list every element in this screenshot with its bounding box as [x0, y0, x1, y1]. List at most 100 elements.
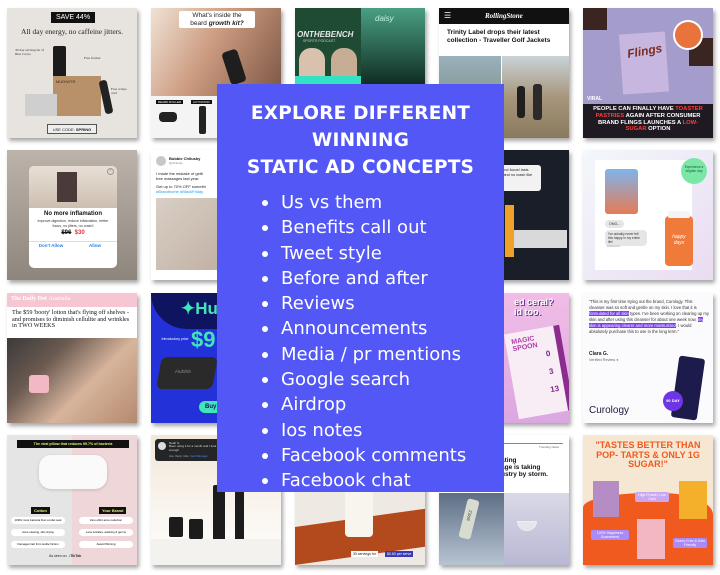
concept-item: Facebook chat — [262, 468, 504, 493]
flings-headline: "TASTES BETTER THAN POP- TARTS & ONLY 1G… — [595, 440, 701, 469]
happy-days-jar: happy days — [665, 216, 693, 266]
alert-divider — [29, 241, 117, 242]
daisy-logo: daisy — [375, 14, 394, 23]
concept-item: Tweet style — [262, 241, 504, 266]
pastry-circle — [673, 20, 703, 50]
ad-tile-pillow[interactable]: The viral pillow that reduces 99.7% of b… — [7, 435, 137, 565]
concept-item: Us vs them — [262, 190, 504, 215]
brez-headline: ating age is taking ustry by storm. — [501, 457, 548, 478]
activator-product — [199, 106, 206, 134]
price-row: $96 $30 — [61, 230, 85, 236]
panel-title: EXPLORE DIFFERENT WINNING STATIC AD CONC… — [246, 103, 475, 178]
podcast-subtitle: SPORTS PODCAST — [303, 39, 336, 43]
ms-headline-2: id too. — [514, 307, 541, 317]
trending-tag: Trending News — [539, 445, 560, 449]
send-message-action[interactable]: Send Message — [190, 455, 207, 458]
menu-icon[interactable]: ☰ — [444, 12, 451, 20]
box-yellow — [679, 481, 707, 519]
cleanser-tube — [670, 355, 706, 421]
allow-button[interactable]: Allow — [73, 243, 117, 248]
avatar — [156, 156, 166, 166]
verified-icon: ● — [616, 358, 619, 362]
left-item-2: Acne causing, skin drying — [11, 529, 65, 536]
review-quote: "This is my first time trying out the br… — [589, 299, 709, 334]
box-purple — [593, 481, 619, 517]
callout-gluten: Gluten-Free & Keto Friendly — [673, 538, 707, 548]
ms-headline-1: ed ceral? — [514, 297, 554, 307]
product-box: MUD\WTR — [53, 76, 101, 116]
90-day-badge: 90 DAY — [663, 391, 683, 411]
viral-text: PEOPLE CAN FINALLY HAVE TOASTER PASTRIES… — [593, 106, 703, 133]
counter — [151, 539, 281, 565]
tweet-hashtags[interactable]: #Brandhome #BlackFriday — [156, 189, 203, 194]
concept-item: Airdrop — [262, 392, 504, 417]
tweet-text-2: free massages last year. — [156, 176, 200, 181]
ad-tile-ryze[interactable]: × No more inflamation Improve digestion,… — [7, 150, 137, 280]
alert-title: No more inflamation — [43, 211, 102, 217]
jar-2 — [189, 519, 203, 539]
concepts-panel: EXPLORE DIFFERENT WINNING STATIC AD CONC… — [217, 84, 504, 492]
alert-body: Improve digestion, reduce inflamation, b… — [37, 219, 109, 228]
ios-alert: × No more inflamation Improve digestion,… — [29, 166, 117, 268]
dd-photo — [7, 338, 137, 423]
ad-tile-happy-days[interactable]: Experience a brighter day OMG... I've ac… — [583, 150, 713, 280]
right-item-2: Less wrinkles, washing & germs — [79, 529, 133, 536]
dont-allow-button[interactable]: Don't Allow — [29, 243, 73, 248]
right-item-3: Award Winning — [79, 541, 133, 548]
ad-tile-mudwtr[interactable]: SAVE 44% All day energy, no caffeine jit… — [7, 8, 137, 138]
comment-actions: Like Reply Hide Send Message — [169, 455, 207, 458]
cereal-box: MAGIC SPOON 0 3 13 — [503, 324, 569, 420]
curology-logo: Curology — [589, 405, 630, 416]
ad-tile-daily-dot[interactable]: The Daily Dot Australia The $59 'booty' … — [7, 293, 137, 423]
airdrop-photo — [605, 169, 638, 214]
hubble-brand: ✦Hu — [181, 299, 218, 318]
golfer-1 — [517, 86, 525, 118]
like-action[interactable]: Like — [169, 455, 174, 458]
pillow-banner: The viral pillow that reduces 99.7% of b… — [17, 440, 129, 448]
concept-item: Benefits call out — [262, 215, 504, 240]
chat-bubble-1: OMG... — [605, 220, 625, 228]
device: Hubble — [156, 357, 218, 389]
sticker: Experience a brighter day — [681, 158, 707, 184]
ad-tile-flings-sugar[interactable]: "TASTES BETTER THAN POP- TARTS & ONLY 1G… — [583, 435, 713, 565]
save-badge: SAVE 44% — [51, 12, 95, 23]
tweet-handle: @chilusky — [169, 161, 183, 165]
left-item-1: 1000x more bacteria than a toilet seat — [11, 517, 65, 524]
pillow-image — [39, 455, 107, 489]
host-1 — [299, 48, 325, 78]
cotton-label: Cotton — [31, 507, 50, 514]
label-activator: ACTIVATOR — [191, 100, 212, 104]
recipe-card — [25, 94, 57, 116]
roller-product — [159, 112, 177, 122]
concept-item: Facebook comments — [262, 443, 504, 468]
concepts-list: Us vs them Benefits call out Tweet style… — [217, 190, 504, 494]
label-roller: BEARD ROLLER — [156, 100, 184, 104]
viral-tag: VIRAL — [587, 96, 602, 102]
product-tin — [53, 46, 66, 80]
right-item-1: Zero effort acne reduction — [79, 517, 133, 524]
dd-headline: The $59 'booty' lotion that's flying off… — [12, 309, 130, 330]
promo-code: USE CODE: SPRING — [47, 124, 97, 134]
reply-action[interactable]: Reply — [175, 455, 182, 458]
your-brand-label: Your Brand — [99, 507, 127, 514]
golfer-2 — [533, 84, 542, 120]
left-item-3: Damages hair from textile friction — [11, 541, 65, 548]
brez-photo-right — [504, 493, 569, 565]
ad-tile-curology[interactable]: "This is my first time trying out the br… — [583, 293, 713, 423]
chat-meta: Delivered — [607, 244, 620, 248]
close-icon[interactable]: × — [107, 168, 114, 175]
callout-frother: Free frother — [84, 56, 101, 60]
hide-action[interactable]: Hide — [183, 455, 188, 458]
callout-card: Free recipe card — [111, 87, 127, 95]
jar-1 — [169, 517, 183, 537]
podcast-title: ONTHEBENCH — [297, 30, 354, 39]
concept-item: Media / pr mentions — [262, 342, 504, 367]
host-2 — [331, 48, 357, 78]
as-seen-on: As seen on ♪TikTok — [49, 554, 82, 558]
ad-tile-flings-viral[interactable]: Flings VIRAL PEOPLE CAN FINALLY HAVE TOA… — [583, 8, 713, 138]
jar-lid — [668, 211, 690, 218]
intro-text: Introductory price — [161, 337, 189, 341]
question-bubble: What's inside the beard growth kit? — [179, 11, 255, 28]
commenter-avatar — [158, 442, 166, 450]
verified-label: Verified Review ● — [589, 358, 619, 362]
